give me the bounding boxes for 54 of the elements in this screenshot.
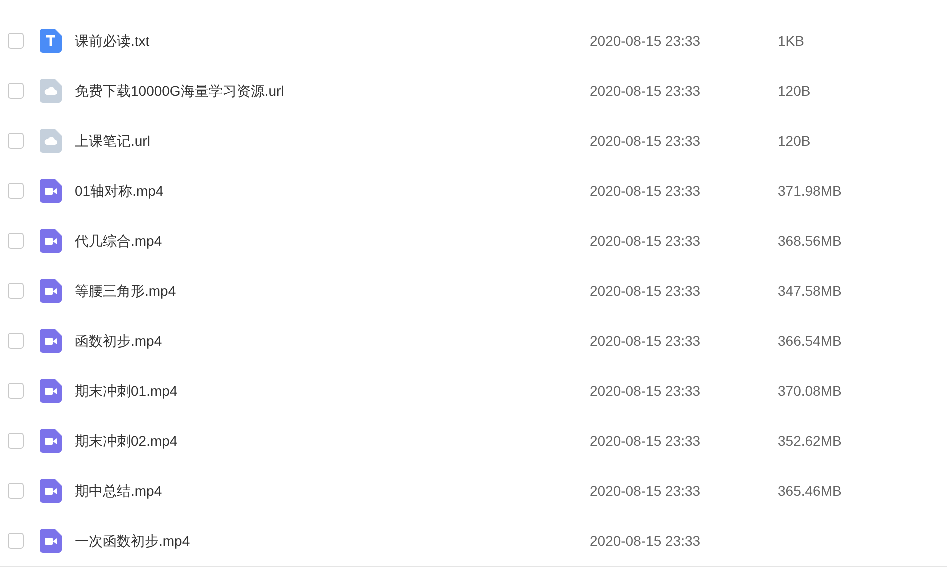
modified-date: 2020-08-15 23:33: [590, 32, 702, 50]
checkbox[interactable]: [8, 433, 24, 449]
checkbox[interactable]: [8, 83, 24, 99]
file-size: 370.08MB: [778, 382, 842, 400]
file-size: 120B: [778, 132, 811, 150]
cloud-file-icon: [40, 79, 62, 103]
checkbox[interactable]: [8, 33, 24, 49]
file-name[interactable]: 函数初步.mp4: [75, 330, 575, 352]
file-size: 366.54MB: [778, 332, 842, 350]
file-size: 352.62MB: [778, 432, 842, 450]
file-size: 1KB: [778, 32, 804, 50]
checkbox[interactable]: [8, 533, 24, 549]
video-file-icon: [40, 279, 62, 303]
modified-date: 2020-08-15 23:33: [590, 482, 702, 500]
modified-date: 2020-08-15 23:33: [590, 432, 702, 450]
checkbox[interactable]: [8, 283, 24, 299]
file-name[interactable]: 代几综合.mp4: [75, 230, 575, 252]
text-file-icon: [40, 29, 62, 53]
file-name[interactable]: 01轴对称.mp4: [75, 180, 575, 202]
video-file-icon: [40, 529, 62, 553]
file-name[interactable]: 免费下载10000G海量学习资源.url: [75, 80, 575, 102]
file-name[interactable]: 一次函数初步.mp4: [75, 530, 575, 552]
video-file-icon: [40, 379, 62, 403]
file-name[interactable]: 期中总结.mp4: [75, 480, 575, 502]
file-name[interactable]: 等腰三角形.mp4: [75, 280, 575, 302]
checkbox[interactable]: [8, 183, 24, 199]
video-file-icon: [40, 479, 62, 503]
file-size: 365.46MB: [778, 482, 842, 500]
video-file-icon: [40, 229, 62, 253]
file-name[interactable]: 期末冲刺02.mp4: [75, 430, 575, 452]
video-file-icon: [40, 179, 62, 203]
checkbox[interactable]: [8, 483, 24, 499]
checkbox[interactable]: [8, 233, 24, 249]
modified-date: 2020-08-15 23:33: [590, 232, 702, 250]
modified-date: 2020-08-15 23:33: [590, 282, 702, 300]
modified-date: 2020-08-15 23:33: [590, 532, 702, 550]
modified-date: 2020-08-15 23:33: [590, 182, 702, 200]
checkbox[interactable]: [8, 383, 24, 399]
file-name[interactable]: 期末冲刺01.mp4: [75, 380, 575, 402]
file-size: 368.56MB: [778, 232, 842, 250]
checkbox[interactable]: [8, 133, 24, 149]
video-file-icon: [40, 429, 62, 453]
modified-date: 2020-08-15 23:33: [590, 82, 702, 100]
checkbox[interactable]: [8, 333, 24, 349]
file-size: 120B: [778, 82, 811, 100]
file-size: 347.58MB: [778, 282, 842, 300]
file-name[interactable]: 课前必读.txt: [75, 30, 575, 52]
modified-date: 2020-08-15 23:33: [590, 382, 702, 400]
modified-date: 2020-08-15 23:33: [590, 332, 702, 350]
cloud-file-icon: [40, 129, 62, 153]
file-name[interactable]: 上课笔记.url: [75, 130, 575, 152]
modified-date: 2020-08-15 23:33: [590, 132, 702, 150]
video-file-icon: [40, 329, 62, 353]
file-size: 371.98MB: [778, 182, 842, 200]
